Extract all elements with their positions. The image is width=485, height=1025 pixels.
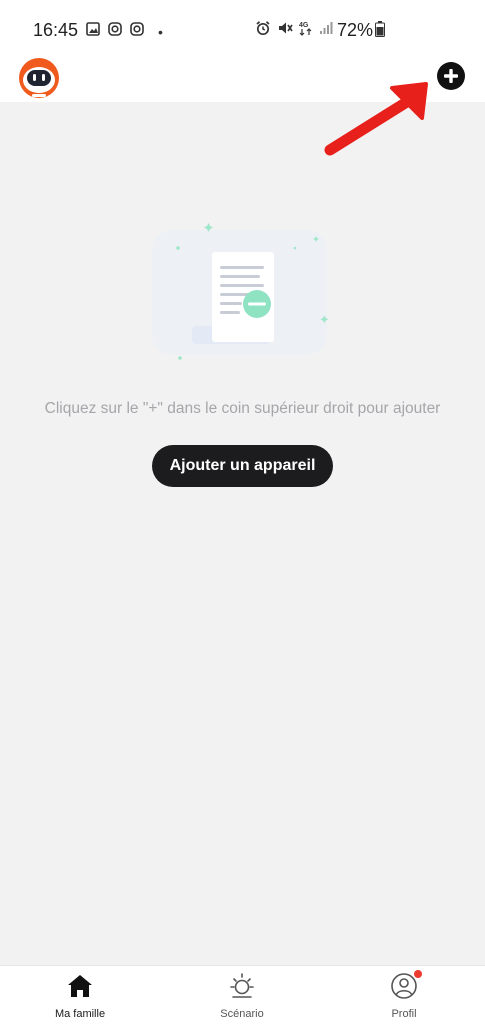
notification-badge [414,970,422,978]
nav-item-scenario[interactable]: Scénario [182,966,302,1025]
signal-icon [319,21,333,40]
empty-state-message: Cliquez sur le "+" dans le coin supérieu… [44,400,441,417]
alarm-icon [255,20,271,41]
plus-icon [436,62,466,94]
nav-item-profil[interactable]: Profil [344,966,464,1025]
battery-percentage: 72% [337,20,374,40]
mute-icon [277,20,293,41]
status-time: 16:45 [33,20,79,40]
status-left-icons: • [86,22,163,41]
instagram-icon [108,22,122,41]
red-arrow-icon [322,80,432,165]
gallery-icon [86,22,100,41]
status-dot: • [158,23,163,40]
svg-text:4G: 4G [299,22,309,29]
instagram-icon [130,22,144,41]
home-icon [66,972,94,1000]
4g-icon: 4G [299,20,313,41]
robot-avatar-icon[interactable] [17,56,61,100]
nav-label-scenario: Scénario [220,1008,264,1020]
status-bar: 16:45 • 4G 72% [0,0,485,60]
sun-icon [228,972,256,1000]
battery-icon [375,21,385,42]
add-device-cta-button[interactable]: Ajouter un appareil [152,445,333,487]
status-right-icons: 4G [255,20,333,41]
nav-item-ma-famille[interactable]: Ma famille [20,966,140,1025]
nav-label-profil: Profil [391,1008,417,1020]
empty-document-illustration [140,218,345,368]
nav-label-ma-famille: Ma famille [54,1008,106,1020]
add-device-button[interactable] [436,61,466,91]
bottom-nav: Ma famille Scénario Profil [0,965,485,1025]
